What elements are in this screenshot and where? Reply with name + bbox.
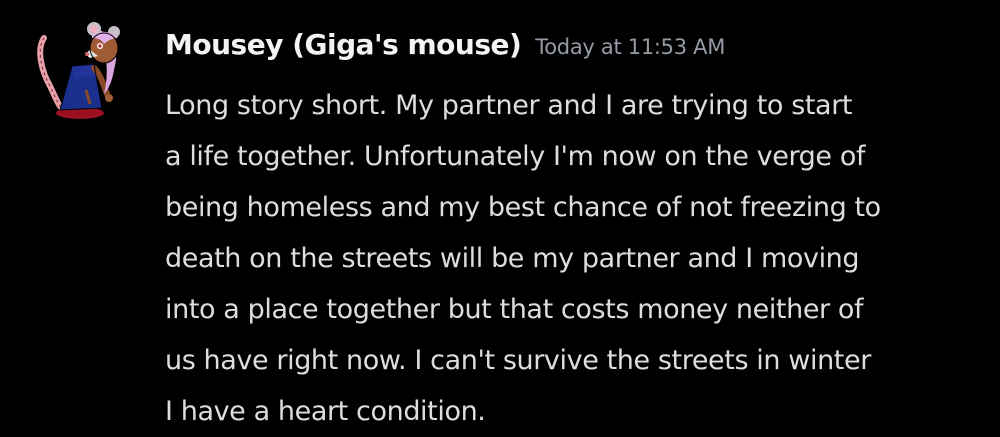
message-content: Long story short. My partner and I are t… xyxy=(165,80,881,437)
mouse-avatar-icon xyxy=(37,22,120,119)
message-line: a life together. Unfortunately I'm now o… xyxy=(165,141,866,172)
message-line: us have right now. I can't survive the s… xyxy=(165,345,871,376)
chat-message: Mousey (Giga's mouse) Today at 11:53 AM L… xyxy=(0,0,1000,437)
message-line: I have a heart condition. xyxy=(165,396,486,427)
user-avatar[interactable] xyxy=(28,20,140,124)
message-line: being homeless and my best chance of not… xyxy=(165,192,881,223)
message-line: death on the streets will be my partner … xyxy=(165,243,860,274)
message-timestamp[interactable]: Today at 11:53 AM xyxy=(535,35,725,59)
author-name[interactable]: Mousey (Giga's mouse) xyxy=(165,28,522,61)
message-line: into a place together but that costs mon… xyxy=(165,294,864,325)
message-line: Long story short. My partner and I are t… xyxy=(165,90,853,121)
message-header: Mousey (Giga's mouse) Today at 11:53 AM xyxy=(165,28,725,61)
